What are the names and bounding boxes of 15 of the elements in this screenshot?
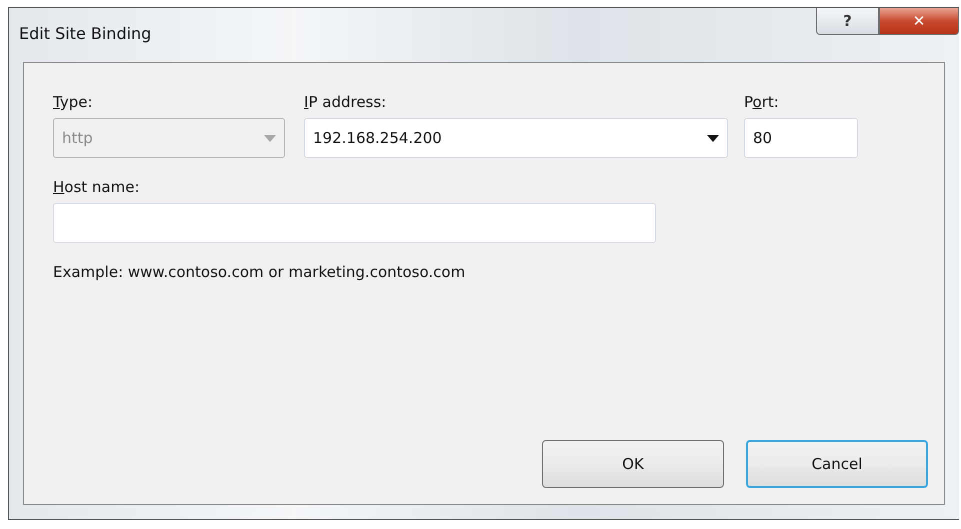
dropdown-field[interactable]: 192.168.254.200 xyxy=(304,118,728,158)
caret-icon xyxy=(264,134,276,142)
help-button[interactable]: ? xyxy=(816,8,879,35)
caret-icon xyxy=(707,134,719,142)
close-button[interactable]: ✕ xyxy=(879,8,959,35)
window-title: Edit Site Binding xyxy=(19,24,152,43)
input-field[interactable]: 80 xyxy=(744,118,858,158)
field-label: IP address: xyxy=(304,93,388,113)
field-label: Type: xyxy=(53,93,94,113)
input-field[interactable] xyxy=(53,203,656,243)
hint-text: Example: www.contoso.com or marketing.contoso.com xyxy=(53,263,466,281)
field-label: Port: xyxy=(744,93,780,113)
field-label: Host name: xyxy=(53,178,141,198)
dialog-button[interactable]: Cancel xyxy=(746,440,928,488)
dialog-button[interactable]: OK xyxy=(542,440,724,488)
